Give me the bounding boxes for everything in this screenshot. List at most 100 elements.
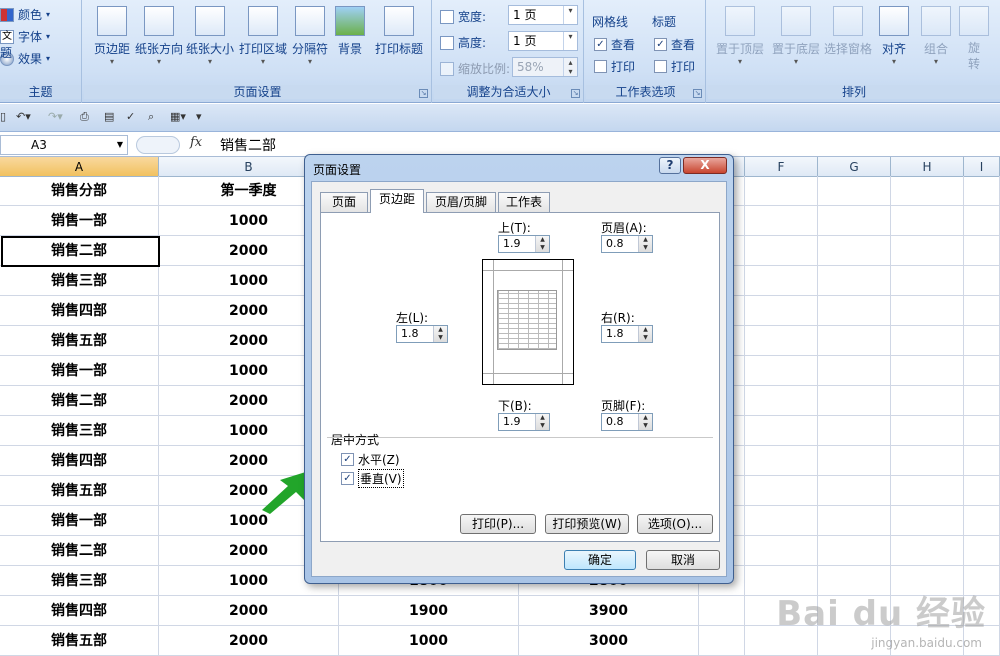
zoom-spinner-icon[interactable]: ▴ ▾ <box>563 58 577 76</box>
scale-launcher-icon[interactable]: ↘ <box>571 89 580 98</box>
grid-cell[interactable] <box>745 206 818 236</box>
grid-cell[interactable]: 销售四部 <box>0 446 159 476</box>
grid-cell[interactable] <box>891 386 964 416</box>
group-button[interactable]: 组合 ▾ <box>918 6 954 66</box>
height-dropdown-icon[interactable]: ▾ <box>563 32 577 50</box>
grid-cell[interactable]: 销售二部 <box>0 536 159 566</box>
grid-cell[interactable] <box>745 446 818 476</box>
grid-cell[interactable]: 3000 <box>519 626 699 656</box>
grid-cell[interactable]: 销售五部 <box>0 476 159 506</box>
grid-cell[interactable] <box>745 476 818 506</box>
selection-pane-button[interactable]: 选择窗格 <box>822 6 874 57</box>
zoom-input[interactable]: 58% ▴ ▾ <box>512 57 578 77</box>
grid-cell[interactable] <box>964 386 1000 416</box>
grid-cell[interactable] <box>745 176 818 206</box>
grid-cell[interactable] <box>818 506 891 536</box>
grid-cell[interactable] <box>964 326 1000 356</box>
align-button[interactable]: 对齐 ▾ <box>876 6 912 66</box>
grid-cell[interactable] <box>891 476 964 506</box>
grid-cell[interactable] <box>818 176 891 206</box>
grid-cell[interactable] <box>699 596 745 626</box>
gridlines-view-checkbox[interactable]: ✓ 查看 <box>594 36 635 53</box>
close-button[interactable]: X <box>683 157 727 174</box>
grid-cell[interactable] <box>818 206 891 236</box>
grid-cell[interactable] <box>818 446 891 476</box>
right-margin-input[interactable]: 1.8 ▲ ▼ <box>601 325 653 343</box>
grid-cell[interactable] <box>964 476 1000 506</box>
grid-cell[interactable] <box>891 266 964 296</box>
grid-cell[interactable] <box>964 236 1000 266</box>
print-preview-button[interactable]: 打印预览(W) <box>545 514 629 534</box>
grid-cell[interactable]: 销售五部 <box>0 626 159 656</box>
grid-cell[interactable] <box>891 446 964 476</box>
grid-cell[interactable] <box>964 296 1000 326</box>
print-area-button[interactable]: 打印区域 ▾ <box>237 6 289 66</box>
grid-cell[interactable]: 销售三部 <box>0 266 159 296</box>
grid-cell[interactable] <box>745 236 818 266</box>
grid-cell[interactable]: 销售一部 <box>0 506 159 536</box>
grid-cell[interactable]: 销售四部 <box>0 596 159 626</box>
grid-cell[interactable] <box>964 446 1000 476</box>
grid-cell[interactable]: 1000 <box>339 626 519 656</box>
grid-cell[interactable] <box>745 506 818 536</box>
grid-cell[interactable]: 1900 <box>339 596 519 626</box>
spinner-icon[interactable]: ▲ ▼ <box>535 236 549 252</box>
column-header-g[interactable]: G <box>818 157 891 177</box>
grid-cell[interactable] <box>745 326 818 356</box>
cancel-button[interactable]: 取消 <box>646 550 720 570</box>
column-header-h[interactable]: H <box>891 157 964 177</box>
grid-cell[interactable]: 3900 <box>519 596 699 626</box>
tab-sheet[interactable]: 工作表 <box>498 192 550 212</box>
headings-print-checkbox[interactable]: 打印 <box>654 58 695 75</box>
name-box-dropdown-icon[interactable]: ▼ <box>117 136 123 154</box>
customize-toolbar-icon[interactable]: ▾ <box>196 110 202 123</box>
width-dropdown-icon[interactable]: ▾ <box>563 6 577 24</box>
formula-splitter[interactable] <box>136 136 180 154</box>
page-setup-launcher-icon[interactable]: ↘ <box>419 89 428 98</box>
grid-cell[interactable] <box>818 266 891 296</box>
footer-margin-input[interactable]: 0.8 ▲ ▼ <box>601 413 653 431</box>
header-margin-input[interactable]: 0.8 ▲ ▼ <box>601 235 653 253</box>
grid-cell[interactable] <box>891 536 964 566</box>
grid-cell[interactable]: 2000 <box>159 626 339 656</box>
name-box[interactable]: A3 ▼ <box>0 135 128 155</box>
grid-cell[interactable] <box>818 386 891 416</box>
print-titles-button[interactable]: 打印标题 <box>372 6 426 57</box>
options-button[interactable]: 选项(O)... <box>637 514 713 534</box>
theme-colors-button[interactable]: 颜色 ▾ <box>0 6 50 23</box>
print-button[interactable]: 打印(P)... <box>460 514 536 534</box>
grid-cell[interactable] <box>964 176 1000 206</box>
tab-header-footer[interactable]: 页眉/页脚 <box>426 192 496 212</box>
grid-cell[interactable] <box>964 416 1000 446</box>
grid-cell[interactable]: 销售一部 <box>0 356 159 386</box>
sheet-options-launcher-icon[interactable]: ↘ <box>693 89 702 98</box>
bottom-margin-input[interactable]: 1.9 ▲ ▼ <box>498 413 550 431</box>
width-select[interactable]: 1 页 ▾ <box>508 5 578 25</box>
column-header-a[interactable]: A <box>0 157 159 177</box>
grid-cell[interactable] <box>745 296 818 326</box>
height-select[interactable]: 1 页 ▾ <box>508 31 578 51</box>
undo-icon[interactable]: ↶▾ <box>16 110 31 123</box>
chart-icon[interactable]: ▤ <box>104 110 114 123</box>
send-to-back-button[interactable]: 置于底层 ▾ <box>768 6 824 66</box>
grid-cell[interactable] <box>818 416 891 446</box>
grid-cell[interactable] <box>964 506 1000 536</box>
grid-cell[interactable]: 2000 <box>159 596 339 626</box>
grid-cell[interactable] <box>818 236 891 266</box>
table-icon[interactable]: ▦▾ <box>170 110 186 123</box>
formula-input[interactable]: 销售二部 <box>220 135 276 155</box>
grid-cell[interactable] <box>818 326 891 356</box>
headings-view-checkbox[interactable]: ✓ 查看 <box>654 36 695 53</box>
grid-cell[interactable] <box>745 386 818 416</box>
background-button[interactable]: 背景 <box>332 6 368 57</box>
insert-function-icon[interactable]: fx <box>190 135 202 150</box>
gridlines-print-checkbox[interactable]: 打印 <box>594 58 635 75</box>
grid-cell[interactable] <box>745 536 818 566</box>
grid-cell[interactable] <box>745 266 818 296</box>
grid-cell[interactable]: 销售二部 <box>0 386 159 416</box>
grid-cell[interactable] <box>891 506 964 536</box>
grid-cell[interactable]: 销售三部 <box>0 566 159 596</box>
grid-cell[interactable] <box>699 626 745 656</box>
help-button[interactable]: ? <box>659 157 681 174</box>
grid-cell[interactable] <box>891 326 964 356</box>
